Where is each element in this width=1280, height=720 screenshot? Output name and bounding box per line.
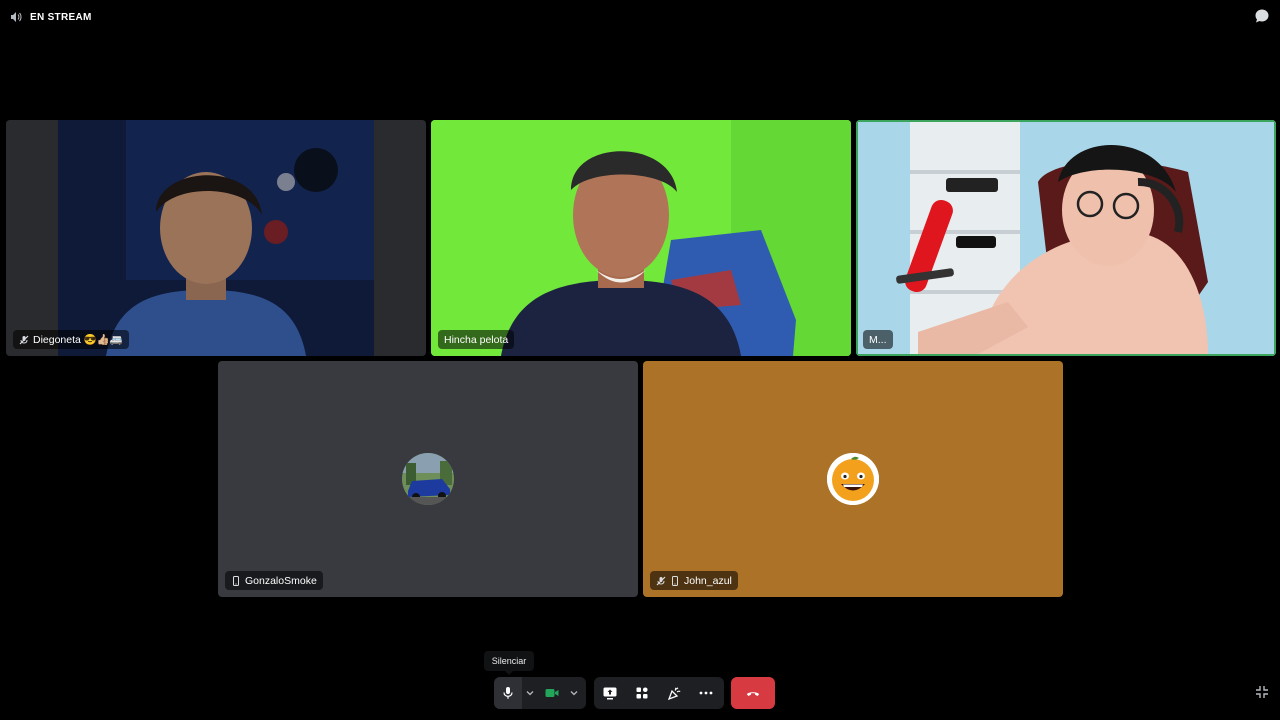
audio-video-controls [494, 677, 586, 709]
chevron-down-icon [570, 691, 578, 696]
more-options-button[interactable] [690, 677, 722, 709]
more-icon [699, 691, 713, 695]
mic-muted-icon [19, 335, 29, 344]
audio-settings-dropdown[interactable] [522, 677, 538, 709]
activity-controls [594, 677, 724, 709]
soundboard-button[interactable] [658, 677, 690, 709]
chat-bubble-icon [1255, 9, 1269, 23]
chevron-down-icon [526, 691, 534, 696]
tooltip-text: Silenciar [491, 656, 527, 666]
mute-button[interactable] [494, 677, 522, 709]
minimize-icon [1256, 686, 1268, 698]
leave-call-button[interactable] [731, 677, 775, 709]
participant-label: John_azul [650, 571, 738, 590]
car-avatar-icon [402, 453, 454, 505]
mute-tooltip: Silenciar [484, 651, 534, 675]
activities-button[interactable] [626, 677, 658, 709]
stage-title: EN STREAM [30, 11, 92, 23]
video-feed [431, 120, 851, 356]
participant-label: GonzaloSmoke [225, 571, 323, 590]
activities-icon [636, 687, 648, 699]
participant-tile-hincha-pelota[interactable]: Hincha pelota [431, 120, 851, 356]
participant-name: Diegoneta 😎👍🏼🚐 [33, 334, 124, 346]
camera-button[interactable] [538, 677, 566, 709]
mic-muted-icon [656, 576, 666, 585]
screen-share-icon [603, 687, 617, 699]
exit-fullscreen-button[interactable] [1254, 684, 1270, 700]
participant-tile-gonzalosmoke[interactable]: GonzaloSmoke [218, 361, 638, 597]
video-settings-dropdown[interactable] [566, 677, 582, 709]
participant-tile-diegoneta[interactable]: Diegoneta 😎👍🏼🚐 [6, 120, 426, 356]
screen-share-button[interactable] [594, 677, 626, 709]
mic-icon [503, 687, 513, 699]
participant-label: M... [863, 330, 893, 349]
chat-button[interactable] [1254, 8, 1270, 24]
speaker-icon [11, 12, 22, 22]
stage-header: EN STREAM [10, 9, 92, 25]
participant-label: Diegoneta 😎👍🏼🚐 [13, 330, 130, 349]
video-feed [6, 120, 426, 356]
participant-name: John_azul [684, 574, 732, 587]
orange-avatar-icon [827, 453, 879, 505]
participant-name: M... [869, 333, 887, 346]
participant-name: GonzaloSmoke [245, 574, 317, 587]
soundboard-icon [667, 686, 680, 700]
camera-icon [545, 689, 559, 697]
participant-tile-m[interactable]: M... [856, 120, 1276, 356]
leave-call-icon [747, 691, 759, 696]
avatar [402, 453, 454, 505]
mobile-icon [233, 575, 239, 586]
participant-name: Hincha pelota [444, 333, 509, 346]
participant-tile-john-azul[interactable]: John_azul [643, 361, 1063, 597]
video-feed [858, 122, 1274, 354]
mobile-icon [672, 575, 678, 586]
participant-label: Hincha pelota [438, 330, 515, 349]
avatar [827, 453, 879, 505]
